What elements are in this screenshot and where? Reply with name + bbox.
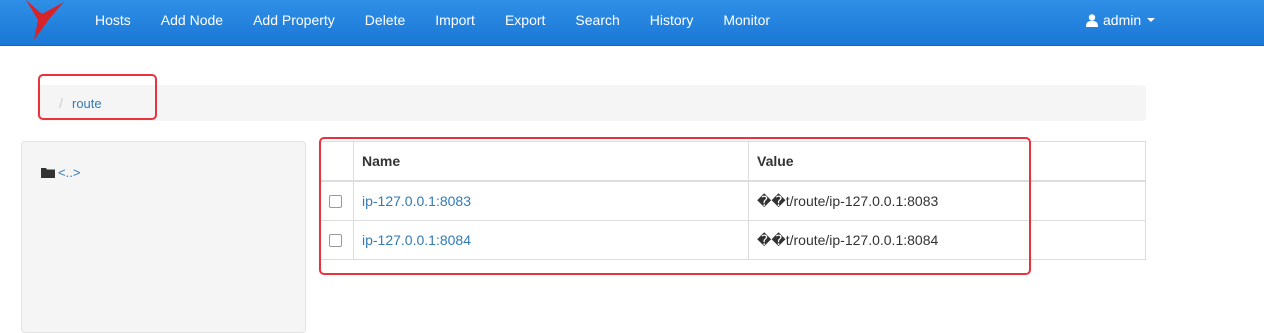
nav-import[interactable]: Import	[420, 0, 490, 45]
node-value: ��t/route/ip-127.0.0.1:8084	[748, 220, 1146, 260]
sidebar: <..>	[21, 141, 306, 333]
header-value: Value	[748, 141, 1146, 182]
nav-export[interactable]: Export	[490, 0, 560, 45]
header-select	[320, 141, 354, 182]
row-checkbox[interactable]	[329, 233, 342, 247]
table-row: ip-127.0.0.1:8084 ��t/route/ip-127.0.0.1…	[320, 220, 1146, 260]
table-row: ip-127.0.0.1:8083 ��t/route/ip-127.0.0.1…	[320, 180, 1146, 221]
breadcrumb: / route	[37, 85, 1146, 121]
user-icon	[1086, 13, 1098, 27]
breadcrumb-separator: /	[59, 95, 63, 111]
header-name: Name	[353, 141, 749, 182]
sidebar-item-parent[interactable]: <..>	[41, 165, 80, 180]
nav-hosts[interactable]: Hosts	[80, 0, 146, 45]
nav-add-node[interactable]: Add Node	[146, 0, 238, 45]
folder-icon	[41, 168, 55, 178]
breadcrumb-route[interactable]: route	[72, 96, 102, 111]
nav-history[interactable]: History	[635, 0, 709, 45]
nav-delete[interactable]: Delete	[350, 0, 420, 45]
node-value: ��t/route/ip-127.0.0.1:8083	[748, 180, 1146, 221]
user-name: admin	[1103, 12, 1142, 28]
node-name-link[interactable]: ip-127.0.0.1:8083	[362, 193, 471, 209]
row-checkbox[interactable]	[329, 194, 342, 208]
user-menu[interactable]: admin	[1086, 0, 1156, 40]
table-header-row: Name Value	[320, 141, 1146, 182]
parent-folder-link[interactable]: <..>	[58, 165, 80, 180]
nav-monitor[interactable]: Monitor	[708, 0, 785, 45]
node-table: Name Value ip-127.0.0.1:8083 ��t/route/i…	[320, 141, 1146, 260]
node-name-link[interactable]: ip-127.0.0.1:8084	[362, 232, 471, 248]
top-navbar: Hosts Add Node Add Property Delete Impor…	[0, 0, 1264, 46]
caret-down-icon	[1147, 18, 1156, 22]
nav-menu: Hosts Add Node Add Property Delete Impor…	[80, 0, 785, 45]
bird-logo[interactable]	[24, 0, 68, 44]
nav-search[interactable]: Search	[560, 0, 634, 45]
nav-add-property[interactable]: Add Property	[238, 0, 350, 45]
